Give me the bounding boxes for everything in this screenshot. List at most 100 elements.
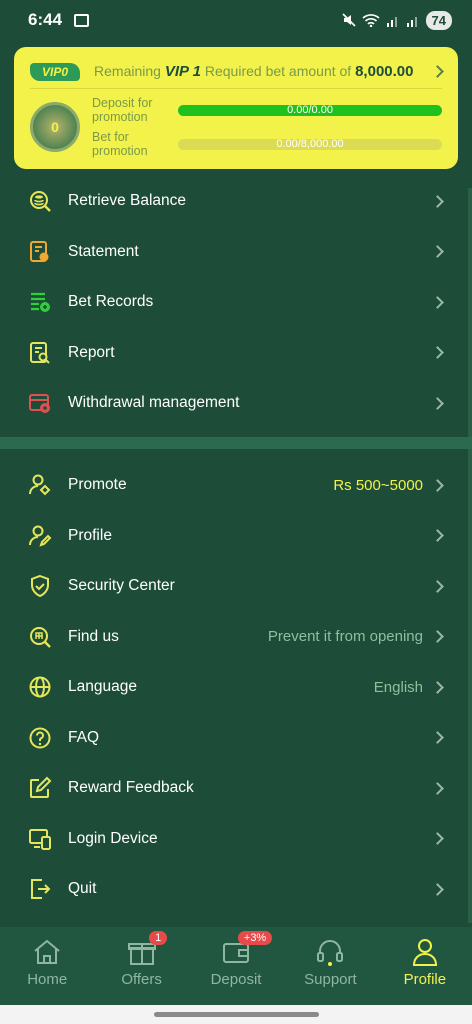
- status-bar: 6:44 74: [0, 0, 472, 40]
- chevron-right-icon: [431, 579, 444, 593]
- menu-item-label: Quit: [68, 880, 97, 898]
- settings-menu: Promote Rs 500~5000 Profile Security Cen…: [0, 460, 472, 915]
- menu-item-label: Find us: [68, 627, 119, 645]
- status-icons: 74: [341, 10, 452, 30]
- deposit-badge: +3%: [237, 931, 273, 945]
- mute-icon: [341, 13, 356, 27]
- bet-progress-label: Bet for promotion: [92, 130, 148, 158]
- bet-progress-row: Bet for promotion 0.00/8,000.00: [92, 127, 442, 161]
- menu-item-retrieve-balance[interactable]: Retrieve Balance: [0, 176, 472, 227]
- balance-icon: [28, 189, 52, 213]
- deposit-progress-row: Deposit for promotion 0.00/0.00: [92, 93, 442, 127]
- menu-item-login-device[interactable]: Login Device: [0, 814, 472, 865]
- home-gesture-pill[interactable]: [154, 1012, 319, 1017]
- menu-item-label: Reward Feedback: [68, 779, 194, 797]
- menu-item-label: Retrieve Balance: [68, 192, 187, 210]
- promote-icon: [28, 473, 52, 497]
- tab-label: Support: [304, 971, 357, 988]
- wifi-icon: [361, 14, 380, 27]
- vip-medal-icon: 0: [30, 102, 80, 152]
- language-value: English: [373, 678, 423, 696]
- find-us-icon: [28, 625, 52, 649]
- chevron-right-icon: [431, 396, 444, 410]
- profile-icon: [28, 524, 52, 548]
- chevron-right-icon: [431, 245, 444, 259]
- find-us-value: Prevent it from opening: [267, 628, 423, 646]
- vip-header[interactable]: VIP0 Remaining VIP 1 Required bet amount…: [30, 55, 444, 89]
- tab-support[interactable]: Support: [283, 927, 377, 988]
- menu-item-label: Security Center: [68, 577, 175, 595]
- chevron-right-icon: [431, 680, 444, 694]
- vip-requirement: Remaining VIP 1 Required bet amount of 8…: [94, 63, 413, 80]
- tab-label: Offers: [121, 971, 162, 988]
- vip-required-amount: 8,000.00: [355, 63, 414, 80]
- shield-icon: [28, 574, 52, 598]
- menu-item-language[interactable]: Language English: [0, 662, 472, 713]
- menu-item-report[interactable]: Report: [0, 328, 472, 379]
- menu-item-faq[interactable]: FAQ: [0, 713, 472, 764]
- tab-profile[interactable]: Profile: [378, 927, 472, 988]
- menu-item-label: Login Device: [68, 829, 158, 847]
- menu-item-bet-records[interactable]: Bet Records: [0, 277, 472, 328]
- menu-item-reward-feedback[interactable]: Reward Feedback: [0, 763, 472, 814]
- statement-icon: [28, 240, 52, 264]
- menu-item-quit[interactable]: Quit: [0, 864, 472, 915]
- vip-middle-text: Required bet amount of: [204, 63, 352, 79]
- chevron-right-icon: [431, 781, 444, 795]
- menu-item-find-us[interactable]: Find us Prevent it from opening: [0, 612, 472, 663]
- edit-icon: [28, 776, 52, 800]
- withdrawal-icon: [28, 391, 52, 415]
- user-icon: [408, 937, 442, 967]
- menu-item-statement[interactable]: Statement: [0, 227, 472, 278]
- status-time: 6:44: [28, 10, 63, 29]
- signal-icon: [386, 17, 397, 27]
- section-divider: [0, 437, 472, 449]
- vip-badge: VIP0: [30, 62, 81, 81]
- menu-item-label: Profile: [68, 526, 112, 544]
- chevron-right-icon[interactable]: [431, 65, 444, 78]
- bottom-tab-bar: Home 1 Offers +3% Deposit Support Profil…: [0, 927, 472, 1005]
- quit-icon: [28, 877, 52, 901]
- headset-icon: [313, 937, 347, 967]
- menu-item-security-center[interactable]: Security Center: [0, 561, 472, 612]
- report-icon: [28, 341, 52, 365]
- chevron-right-icon: [431, 529, 444, 543]
- vip-body: 0 Deposit for promotion 0.00/0.00 Bet fo…: [30, 93, 442, 161]
- chevron-right-icon: [431, 630, 444, 644]
- bet-progress-bar: 0.00/8,000.00: [178, 138, 442, 150]
- menu-item-label: Bet Records: [68, 293, 154, 311]
- menu-item-withdrawal-management[interactable]: Withdrawal management: [0, 378, 472, 429]
- device-icon: [28, 827, 52, 851]
- signal-icon-2: [406, 17, 417, 27]
- menu-item-label: FAQ: [68, 728, 100, 746]
- screen-record-icon: [74, 13, 90, 27]
- deposit-progress-value: 0.00/0.00: [287, 104, 333, 116]
- vip-next-level: VIP 1: [164, 63, 201, 80]
- vip-prefix: Remaining: [94, 63, 161, 79]
- system-navigation-bar: [0, 1005, 472, 1024]
- question-icon: [28, 726, 52, 750]
- tab-home[interactable]: Home: [0, 927, 94, 988]
- vip-progress-rows: Deposit for promotion 0.00/0.00 Bet for …: [92, 93, 442, 161]
- chevron-right-icon: [431, 478, 444, 492]
- tab-offers[interactable]: 1 Offers: [94, 927, 188, 988]
- vip-medal-level: 0: [51, 119, 59, 135]
- home-icon: [30, 937, 64, 967]
- menu-item-label: Report: [68, 343, 115, 361]
- bet-records-icon: [28, 290, 52, 314]
- promote-reward-value: Rs 500~5000: [333, 476, 423, 494]
- battery-indicator: 74: [425, 10, 452, 30]
- chevron-right-icon: [431, 832, 444, 846]
- menu-item-profile[interactable]: Profile: [0, 511, 472, 562]
- tab-label: Home: [27, 971, 68, 988]
- menu-item-label: Statement: [68, 242, 139, 260]
- vip-card[interactable]: VIP0 Remaining VIP 1 Required bet amount…: [14, 47, 458, 169]
- menu-item-promote[interactable]: Promote Rs 500~5000: [0, 460, 472, 511]
- menu-item-label: Language: [68, 678, 137, 696]
- globe-icon: [28, 675, 52, 699]
- tab-deposit[interactable]: +3% Deposit: [189, 927, 283, 988]
- chevron-right-icon: [431, 346, 444, 360]
- tab-label: Profile: [403, 971, 447, 988]
- chevron-right-icon: [431, 882, 444, 896]
- deposit-progress-bar: 0.00/0.00: [178, 104, 442, 116]
